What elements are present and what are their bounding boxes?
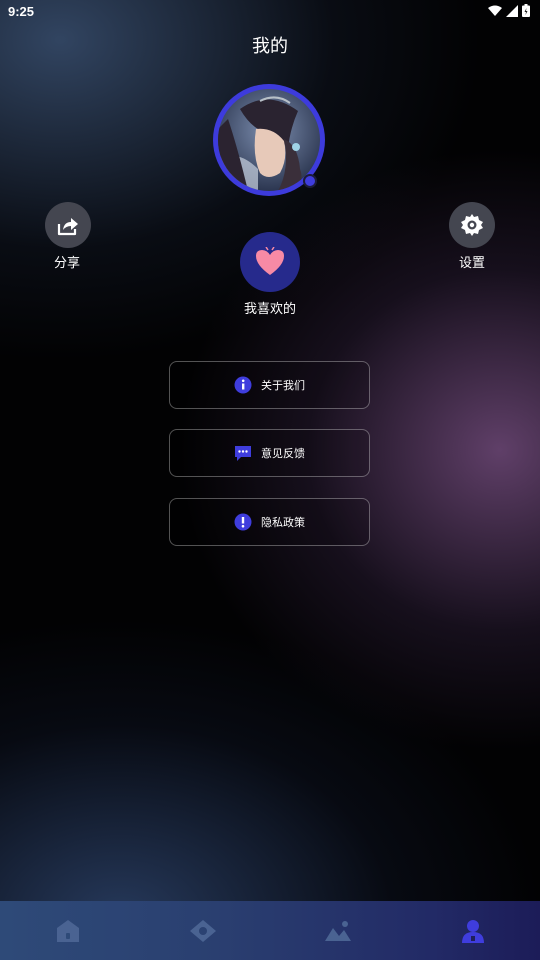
avatar-status-dot [303, 174, 317, 188]
home-icon [56, 919, 79, 942]
settings-label: 设置 [458, 256, 485, 271]
gallery-icon [324, 920, 351, 941]
tab-discover[interactable] [135, 901, 270, 960]
share-icon [57, 218, 78, 236]
info-icon [234, 376, 252, 394]
avatar[interactable] [213, 84, 325, 196]
heart-icon [256, 247, 284, 275]
share-label: 分享 [53, 256, 80, 271]
status-icons [488, 4, 530, 17]
eye-icon [189, 919, 216, 942]
chat-icon [234, 444, 252, 462]
gear-icon [461, 214, 483, 236]
tab-home[interactable] [0, 901, 135, 960]
about-us-label: 关于我们 [261, 379, 305, 392]
status-bar: 9:25 [0, 0, 540, 24]
profile-icon [461, 919, 484, 943]
battery-icon [522, 4, 530, 17]
feedback-label: 意见反馈 [261, 447, 305, 460]
privacy-policy-label: 隐私政策 [261, 516, 305, 529]
tab-profile[interactable] [405, 901, 540, 960]
about-us-button[interactable]: 关于我们 [169, 361, 370, 409]
wifi-icon [488, 5, 502, 16]
privacy-policy-button[interactable]: 隐私政策 [169, 498, 370, 546]
favorites-label: 我喜欢的 [243, 302, 296, 317]
alert-icon [234, 513, 252, 531]
signal-icon [506, 4, 518, 17]
favorites-button[interactable] [240, 232, 300, 292]
feedback-button[interactable]: 意见反馈 [169, 429, 370, 477]
tab-gallery[interactable] [270, 901, 405, 960]
settings-button[interactable] [449, 202, 495, 248]
bottom-tab-bar [0, 901, 540, 960]
share-button[interactable] [45, 202, 91, 248]
status-time: 9:25 [8, 4, 35, 19]
page-title: 我的 [252, 36, 288, 57]
